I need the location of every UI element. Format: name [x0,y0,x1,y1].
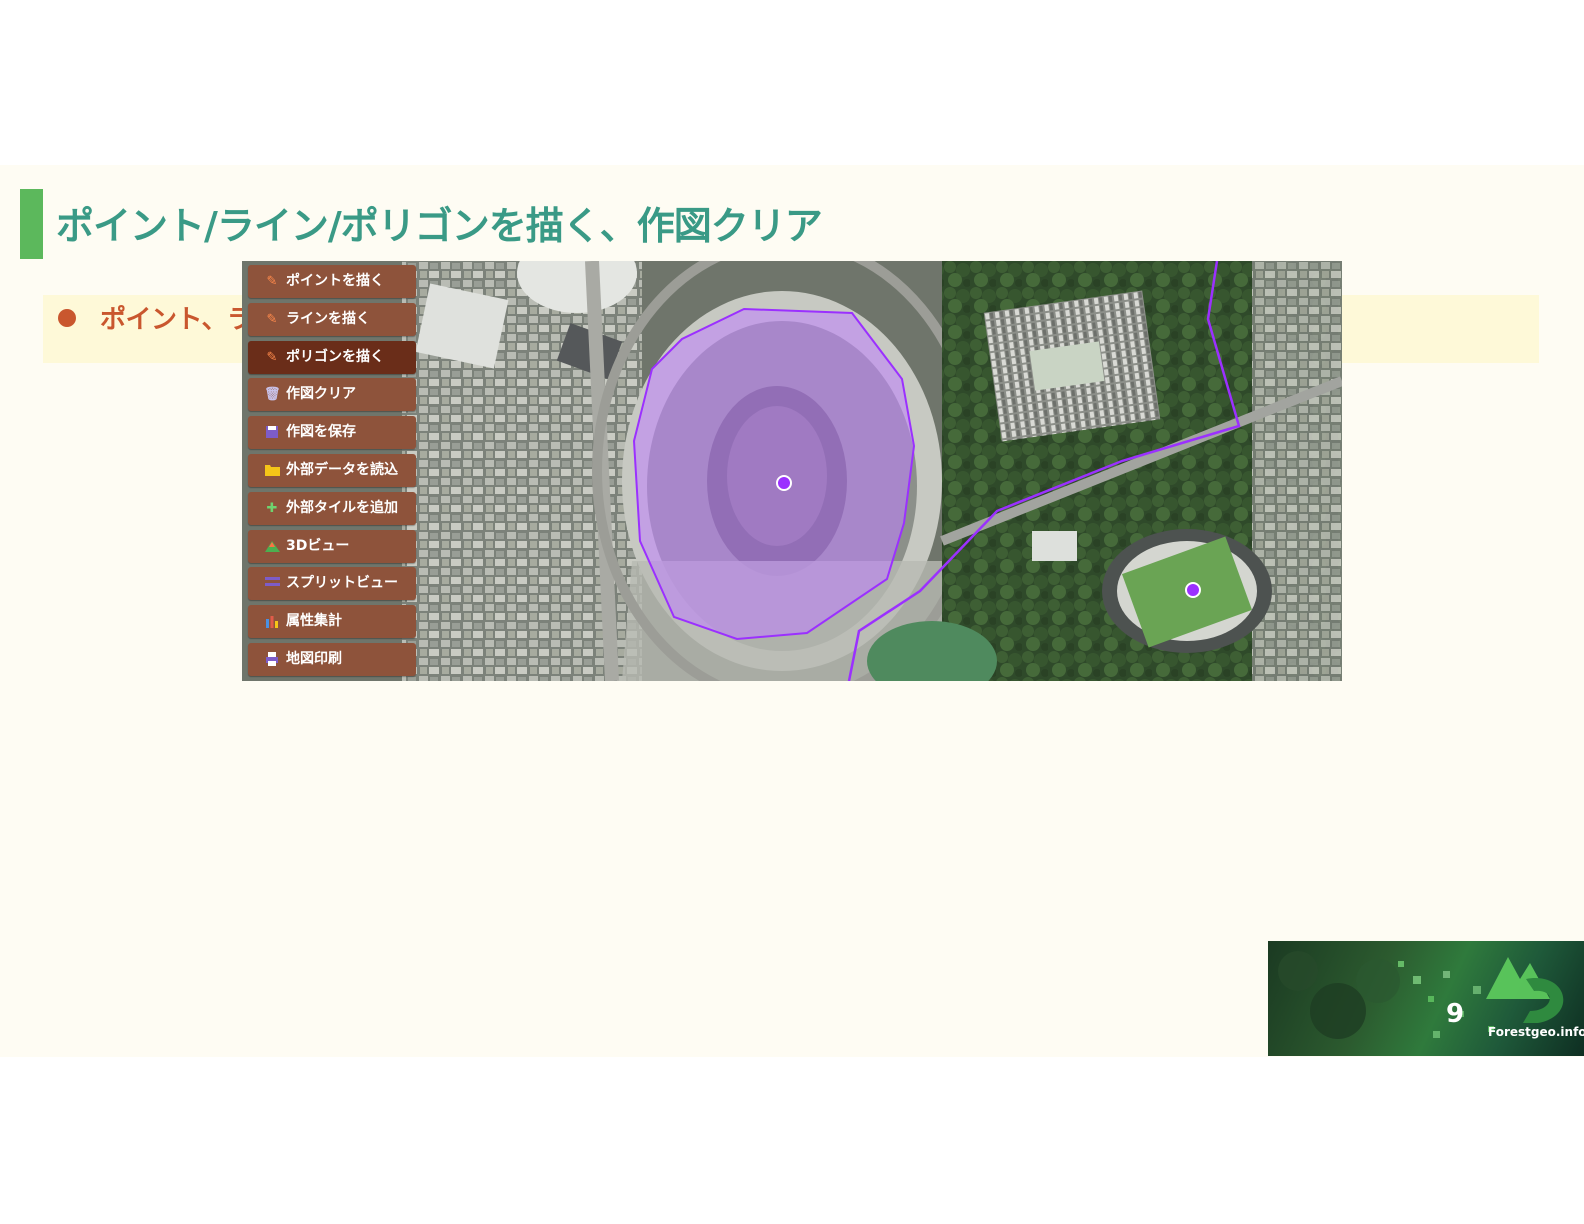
add-external-tile-button[interactable]: ✚ 外部タイルを追加 [248,491,416,525]
attribute-summary-button[interactable]: 属性集計 [248,605,416,639]
3d-view-label: 3Dビュー [286,537,350,554]
mountain-icon [264,539,280,555]
draw-polygon-button[interactable]: ✎ ポリゴンを描く [248,340,416,374]
forestgeo-logo: 9 Forestgeo.info [1268,941,1584,1056]
drawn-point-marker [1185,582,1201,598]
printer-icon [264,651,280,668]
save-drawing-button[interactable]: 作図を保存 [248,416,416,450]
slide-title: ポイント/ライン/ポリゴンを描く、作図クリア [56,204,823,248]
draw-line-label: ラインを描く [286,310,370,327]
split-view-button[interactable]: スプリットビュー [248,567,416,601]
3d-view-button[interactable]: 3Dビュー [248,529,416,563]
trash-icon: 🗑 [264,387,281,403]
draw-point-button[interactable]: ✎ ポイントを描く [248,265,416,298]
title-accent-bar [20,189,43,259]
draw-polygon-label: ポリゴンを描く [286,348,384,365]
split-view-label: スプリットビュー [286,575,398,592]
clear-drawing-button[interactable]: 🗑 作図クリア [248,378,416,412]
load-external-data-label: 外部データを読込 [286,461,398,478]
save-drawing-label: 作図を保存 [286,424,356,441]
folder-icon [264,463,280,479]
pencil-icon: ✎ [266,274,278,289]
split-icon [264,576,280,592]
puzzle-icon: ✚ [266,500,278,516]
print-map-button[interactable]: 地図印刷 [248,642,416,676]
draw-toolbar: ✎ ポイントを描く ✎ ラインを描く ✎ ポリゴンを描く 🗑 作図クリア 作図を… [248,265,416,681]
pencil-icon: ✎ [266,349,278,365]
map-view[interactable]: ✎ ポイントを描く ✎ ラインを描く ✎ ポリゴンを描く 🗑 作図クリア 作図を… [242,261,1342,681]
draw-line-button[interactable]: ✎ ラインを描く [248,302,416,336]
page-number: 9 [1446,999,1465,1029]
pencil-icon: ✎ [266,311,278,327]
bar-chart-icon [264,614,280,630]
floppy-icon [264,425,280,441]
bullet-dot-icon [58,309,76,327]
clear-drawing-label: 作図クリア [286,386,356,403]
draw-point-label: ポイントを描く [286,273,384,289]
load-external-data-button[interactable]: 外部データを読込 [248,453,416,487]
attribute-summary-label: 属性集計 [286,613,342,630]
add-external-tile-label: 外部タイルを追加 [286,499,398,516]
brand-name: Forestgeo.info [1488,1025,1584,1039]
print-map-label: 地図印刷 [286,650,342,667]
drawn-polygon [632,307,916,641]
drawn-point-marker [776,475,792,491]
